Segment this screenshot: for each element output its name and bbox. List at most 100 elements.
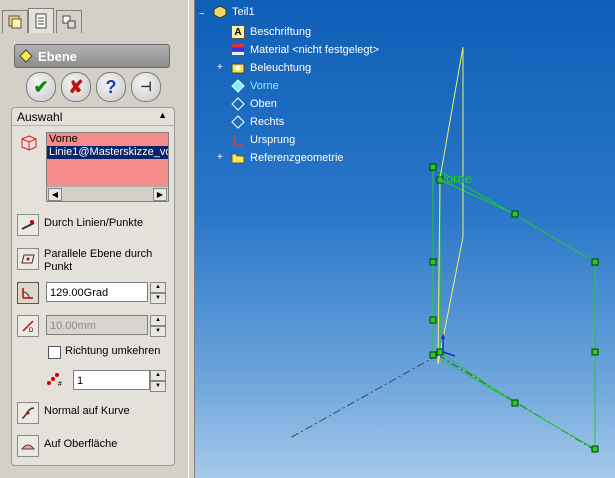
- distance-input[interactable]: 10.00mm: [46, 315, 148, 335]
- plane-handles[interactable]: [429, 163, 599, 453]
- manager-tabs: [0, 8, 188, 34]
- spin-down-icon[interactable]: ▼: [150, 381, 166, 392]
- help-button[interactable]: ?: [96, 72, 126, 102]
- configuration-manager-tab[interactable]: [56, 10, 82, 33]
- tree-item-label: Referenzgeometrie: [250, 152, 344, 164]
- spin-up-icon[interactable]: ▲: [150, 370, 166, 381]
- normal-to-curve-option[interactable]: Normal auf Kurve: [17, 402, 130, 424]
- lighting-icon: [231, 61, 245, 75]
- svg-text:#: #: [58, 381, 62, 387]
- surface-icon: [17, 435, 39, 457]
- preview-plane-outline: [437, 46, 464, 365]
- feature-title: Ebene: [38, 48, 78, 64]
- material-icon: [231, 43, 245, 57]
- svg-text:D: D: [29, 328, 34, 333]
- tree-expand-icon[interactable]: +: [217, 152, 223, 163]
- part-icon: [213, 5, 227, 19]
- spin-down-icon[interactable]: ▼: [150, 293, 166, 304]
- distance-option[interactable]: D: [17, 315, 44, 337]
- plane-icon: [231, 79, 245, 93]
- property-manager-tab[interactable]: [28, 8, 54, 33]
- tree-item-reference-geometry[interactable]: Referenzgeometrie: [231, 151, 344, 165]
- normal-to-curve-label: Normal auf Kurve: [44, 405, 130, 417]
- horizontal-scrollbar[interactable]: ◀ ▶: [47, 186, 168, 201]
- tree-item-label: Material <nicht festgelegt>: [250, 44, 380, 56]
- ok-button[interactable]: ✔: [26, 72, 56, 102]
- pin-button[interactable]: ⊣: [131, 72, 161, 102]
- count-spinner[interactable]: ▲ ▼: [150, 370, 166, 392]
- cross-icon: ✘: [68, 76, 84, 97]
- feature-manager-tab[interactable]: [2, 10, 28, 33]
- tree-item-label: Rechts: [250, 116, 285, 128]
- plane-icon: [231, 115, 245, 129]
- spin-up-icon[interactable]: ▲: [150, 315, 166, 326]
- on-surface-label: Auf Oberfläche: [44, 438, 118, 450]
- configuration-icon: [62, 15, 76, 29]
- origin-icon: [441, 333, 456, 357]
- collapse-icon[interactable]: ▲: [158, 110, 167, 120]
- angle-spinner[interactable]: ▲ ▼: [150, 282, 166, 304]
- instance-count-icon: #: [47, 373, 62, 387]
- origin-icon: [231, 133, 245, 147]
- tree-item-label: Beschriftung: [250, 26, 312, 38]
- spin-down-icon[interactable]: ▼: [150, 326, 166, 337]
- feature-tree-icon: [8, 15, 22, 29]
- tree-item-label: Vorne: [250, 80, 279, 92]
- pushpin-icon: ⊣: [140, 79, 152, 94]
- plane-label[interactable]: Vorne: [438, 171, 472, 186]
- folder-icon: [231, 151, 245, 165]
- on-surface-option[interactable]: Auf Oberfläche: [17, 435, 117, 457]
- axis-line: [289, 354, 439, 439]
- angle-input[interactable]: 129.00Grad: [46, 282, 148, 302]
- angle-icon: [17, 282, 39, 304]
- tree-item-material[interactable]: Material <nicht festgelegt>: [231, 43, 379, 57]
- tree-item-lighting[interactable]: Beleuchtung: [231, 61, 311, 75]
- tree-expand-icon[interactable]: +: [217, 62, 223, 73]
- tree-collapse-icon[interactable]: −: [199, 8, 207, 18]
- tree-root-part[interactable]: Teil1: [213, 5, 255, 19]
- spin-up-icon[interactable]: ▲: [150, 282, 166, 293]
- scroll-right-icon[interactable]: ▶: [153, 188, 167, 201]
- tree-item-label: Beleuchtung: [250, 62, 312, 74]
- svg-text:−: −: [199, 9, 205, 18]
- plane-icon: [231, 97, 245, 111]
- distance-spinner[interactable]: ▲ ▼: [150, 315, 166, 337]
- scroll-left-icon[interactable]: ◀: [48, 188, 62, 201]
- distance-icon: D: [17, 315, 39, 337]
- tree-item-origin[interactable]: Ursprung: [231, 133, 295, 147]
- selection-list[interactable]: Vorne Linie1@Masterskizze_vo ◀ ▶: [46, 132, 169, 202]
- parallel-plane-label: Parallele Ebene durch Punkt: [44, 248, 153, 273]
- feature-title-bar: Ebene: [14, 44, 170, 68]
- tree-item-annotations[interactable]: A Beschriftung: [231, 25, 311, 39]
- plane-vorne-outline[interactable]: [432, 166, 596, 450]
- selection-cube-icon: [21, 135, 37, 151]
- graphics-viewport[interactable]: Vorne − Teil1 A Beschriftung Material <n…: [195, 0, 615, 478]
- help-icon: ?: [105, 76, 117, 97]
- angle-option[interactable]: [17, 282, 44, 304]
- tree-item-plane-rechts[interactable]: Rechts: [231, 115, 284, 129]
- selection-group-header[interactable]: Auswahl ▲: [12, 108, 174, 126]
- tree-root-label: Teil1: [232, 6, 255, 18]
- normal-curve-icon: [17, 402, 39, 424]
- tree-item-plane-vorne[interactable]: Vorne: [231, 79, 279, 93]
- plane-edge: [439, 351, 516, 404]
- cancel-button[interactable]: ✘: [61, 72, 91, 102]
- tree-item-plane-oben[interactable]: Oben: [231, 97, 277, 111]
- property-manager-panel: Ebene ✔ ✘ ? ⊣ Auswahl ▲ Vorne Linie1@Mas…: [0, 0, 188, 478]
- check-icon: ✔: [33, 76, 49, 97]
- selection-group-title: Auswahl: [17, 110, 63, 124]
- reverse-direction-checkbox[interactable]: [48, 346, 61, 359]
- line-point-icon: [17, 214, 39, 236]
- tree-item-label: Ursprung: [250, 134, 296, 146]
- parallel-plane-icon: [17, 248, 39, 270]
- through-lines-option[interactable]: Durch Linien/Punkte: [17, 214, 143, 236]
- instance-count-input[interactable]: 1: [73, 370, 150, 390]
- parallel-plane-option[interactable]: Parallele Ebene durch Punkt: [17, 248, 154, 274]
- through-lines-label: Durch Linien/Punkte: [44, 217, 144, 229]
- reverse-direction-label: Richtung umkehren: [65, 345, 161, 357]
- plane-icon: [19, 49, 33, 63]
- list-item[interactable]: Vorne: [47, 133, 168, 146]
- panel-splitter[interactable]: [188, 0, 195, 478]
- annotation-icon: A: [231, 25, 245, 39]
- list-item[interactable]: Linie1@Masterskizze_vo: [47, 146, 168, 159]
